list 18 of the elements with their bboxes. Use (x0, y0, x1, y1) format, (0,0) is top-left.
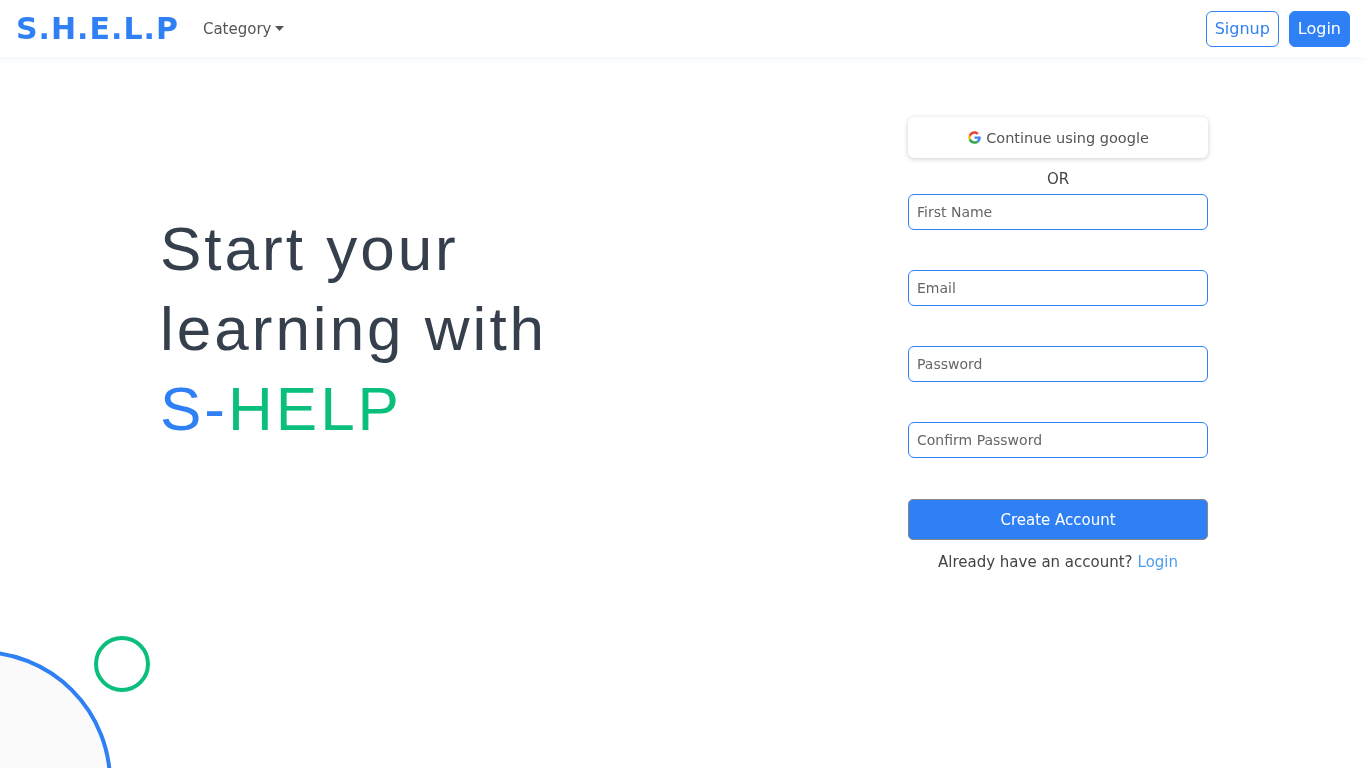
input-field[interactable]: Email (908, 270, 1208, 306)
brand-logo[interactable]: S.H.E.L.P (16, 11, 179, 46)
input-field[interactable]: First Name (908, 194, 1208, 230)
login-prompt: Already have an account? Login (937, 553, 1179, 571)
hero-heading-line: Start your (160, 213, 460, 285)
input-field[interactable]: Password (908, 346, 1208, 382)
login-button[interactable]: Login (1288, 10, 1350, 47)
hero-brand-text: S-HELP (160, 373, 403, 445)
signup-button[interactable]: Signup (1205, 10, 1279, 47)
create-account-button[interactable]: Create Account (908, 499, 1208, 540)
input-field[interactable]: Confirm Password (908, 422, 1208, 458)
separator-text: OR (1046, 170, 1070, 188)
caret-icon (275, 26, 285, 31)
login-link[interactable]: Login (1137, 553, 1179, 571)
google-button[interactable]: Continue using google (908, 117, 1208, 158)
category-menu[interactable]: Category (202, 15, 285, 42)
hero-heading-line: learning with (160, 293, 548, 365)
google-icon (967, 130, 983, 145)
